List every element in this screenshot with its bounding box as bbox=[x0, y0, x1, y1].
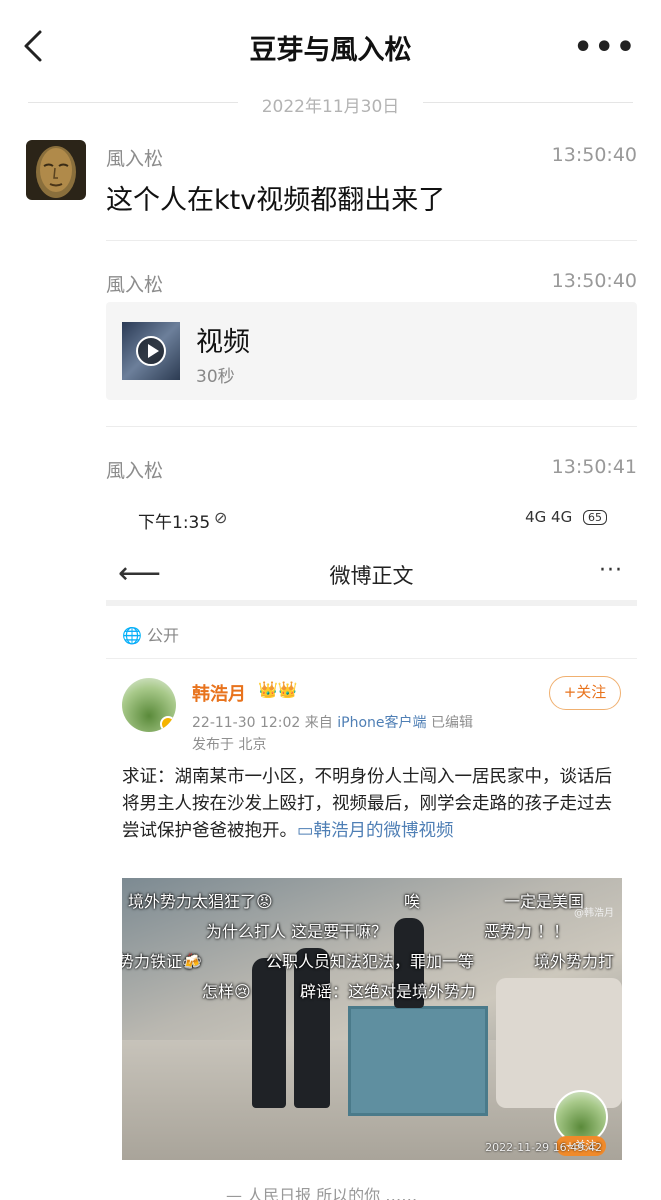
message-header: 風入松 13:50:40 bbox=[106, 144, 637, 174]
post-date: 22-11-30 12:02 bbox=[192, 715, 301, 731]
phone-status-bar: 下午1:35 ⊘ 4G 4G 65 bbox=[106, 490, 637, 546]
post-body: 求证：湖南某市一小区，不明身份人士闯入一居民家中，谈话后将男主人按在沙发上殴打，… bbox=[122, 764, 623, 845]
divider bbox=[106, 658, 637, 659]
edited-label: 已编辑 bbox=[430, 715, 473, 731]
video-watermark: @韩浩月 bbox=[574, 908, 614, 919]
visibility-row: 🌐 公开 bbox=[122, 622, 179, 646]
follow-button[interactable]: +关注 bbox=[549, 676, 621, 710]
danmaku-comment: 为什么打人 这是要干嘛？ bbox=[206, 922, 388, 941]
signal-text: 4G 4G bbox=[525, 508, 573, 526]
verified-badge-icon bbox=[160, 716, 176, 732]
danmaku-comment: 势力铁证🍻 bbox=[122, 952, 202, 971]
video-scene-sofa bbox=[496, 978, 622, 1108]
author-name[interactable]: 韩浩月 bbox=[192, 680, 246, 706]
video-title: 视频 bbox=[196, 327, 250, 358]
source-prefix: 来自 bbox=[304, 715, 333, 731]
video-scene-person bbox=[252, 958, 286, 1108]
post-source[interactable]: iPhone客户端 bbox=[337, 715, 426, 731]
more-icon[interactable]: ••• bbox=[573, 30, 637, 65]
crown-badge-icon: 👑👑 bbox=[258, 680, 298, 699]
post-video[interactable]: 境外势力太猖狂了😡 唉 一定是美国 为什么打人 这是要干嘛？ 恶势力 ！！ 势力… bbox=[122, 878, 622, 1160]
mute-icon: ⊘ bbox=[214, 508, 228, 527]
video-duration: 30秒 bbox=[196, 367, 235, 387]
cropped-caption: — 人民日报 所以的你 …… bbox=[226, 1186, 418, 1200]
video-timestamp: 2022-11-29 16:49:42 bbox=[485, 1141, 602, 1154]
date-text: 2022年11月30日 bbox=[261, 97, 400, 117]
danmaku-comment: 公职人员知法犯法，罪加一等 bbox=[266, 952, 475, 971]
danmaku-comment: 唉 bbox=[404, 892, 421, 911]
danmaku-comment: 恶势力 ！！ bbox=[484, 922, 570, 941]
danmaku-comment: 一定是美国 bbox=[504, 892, 585, 911]
sender-avatar[interactable] bbox=[26, 140, 86, 200]
status-time: 下午1:35 bbox=[138, 513, 211, 533]
chat-header: 豆芽与風入松 ••• bbox=[0, 0, 661, 92]
message-separator bbox=[106, 240, 637, 241]
divider-line-right bbox=[423, 102, 633, 103]
danmaku-comment: 怎样😢 bbox=[202, 982, 251, 1001]
post-meta: 22-11-30 12:02 来自 iPhone客户端 已编辑 bbox=[192, 712, 473, 732]
video-scene-table bbox=[348, 1006, 488, 1116]
globe-icon: 🌐 bbox=[122, 626, 142, 645]
weibo-nav-bar: ⟵ 微博正文 ··· bbox=[106, 546, 637, 606]
sender-name: 風入松 bbox=[106, 148, 164, 170]
play-icon[interactable] bbox=[136, 336, 166, 366]
message-header: 風入松 13:50:41 bbox=[106, 456, 637, 486]
post-location: 发布于 北京 bbox=[192, 737, 267, 753]
visibility-label: 公开 bbox=[147, 626, 180, 645]
battery-icon: 65 bbox=[583, 510, 607, 525]
chat-title: 豆芽与風入松 bbox=[249, 35, 412, 66]
danmaku-comment: 境外势力太猖狂了😡 bbox=[128, 892, 273, 911]
image-message-screenshot[interactable]: 下午1:35 ⊘ 4G 4G 65 ⟵ 微博正文 ··· 🌐 公开 韩浩月 👑👑… bbox=[106, 490, 637, 1200]
network-indicator: 4G 4G 65 bbox=[525, 508, 607, 526]
sender-name: 風入松 bbox=[106, 274, 164, 296]
video-link[interactable]: ▭韩浩月的微博视频 bbox=[297, 821, 454, 841]
buddha-avatar-image bbox=[26, 140, 86, 200]
message-time: 13:50:40 bbox=[551, 270, 637, 292]
danmaku-comment: 辟谣：这绝对是境外势力 bbox=[300, 982, 477, 1001]
video-scene-person bbox=[294, 948, 330, 1108]
video-thumbnail[interactable] bbox=[122, 322, 180, 380]
message-time: 13:50:40 bbox=[551, 144, 637, 166]
message-header: 風入松 13:50:40 bbox=[106, 270, 637, 300]
sender-name: 風入松 bbox=[106, 460, 164, 482]
danmaku-comment: 境外势力打 bbox=[534, 952, 615, 971]
message-text[interactable]: 这个人在ktv视频都翻出来了 bbox=[106, 178, 445, 217]
video-message-card[interactable]: 视频 30秒 bbox=[106, 302, 637, 400]
message-time: 13:50:41 bbox=[551, 456, 637, 478]
author-avatar[interactable] bbox=[122, 678, 176, 732]
more-icon[interactable]: ··· bbox=[599, 558, 623, 583]
date-divider: 2022年11月30日 bbox=[28, 92, 633, 117]
message-separator bbox=[106, 426, 637, 427]
weibo-page-title: 微博正文 bbox=[329, 564, 414, 588]
